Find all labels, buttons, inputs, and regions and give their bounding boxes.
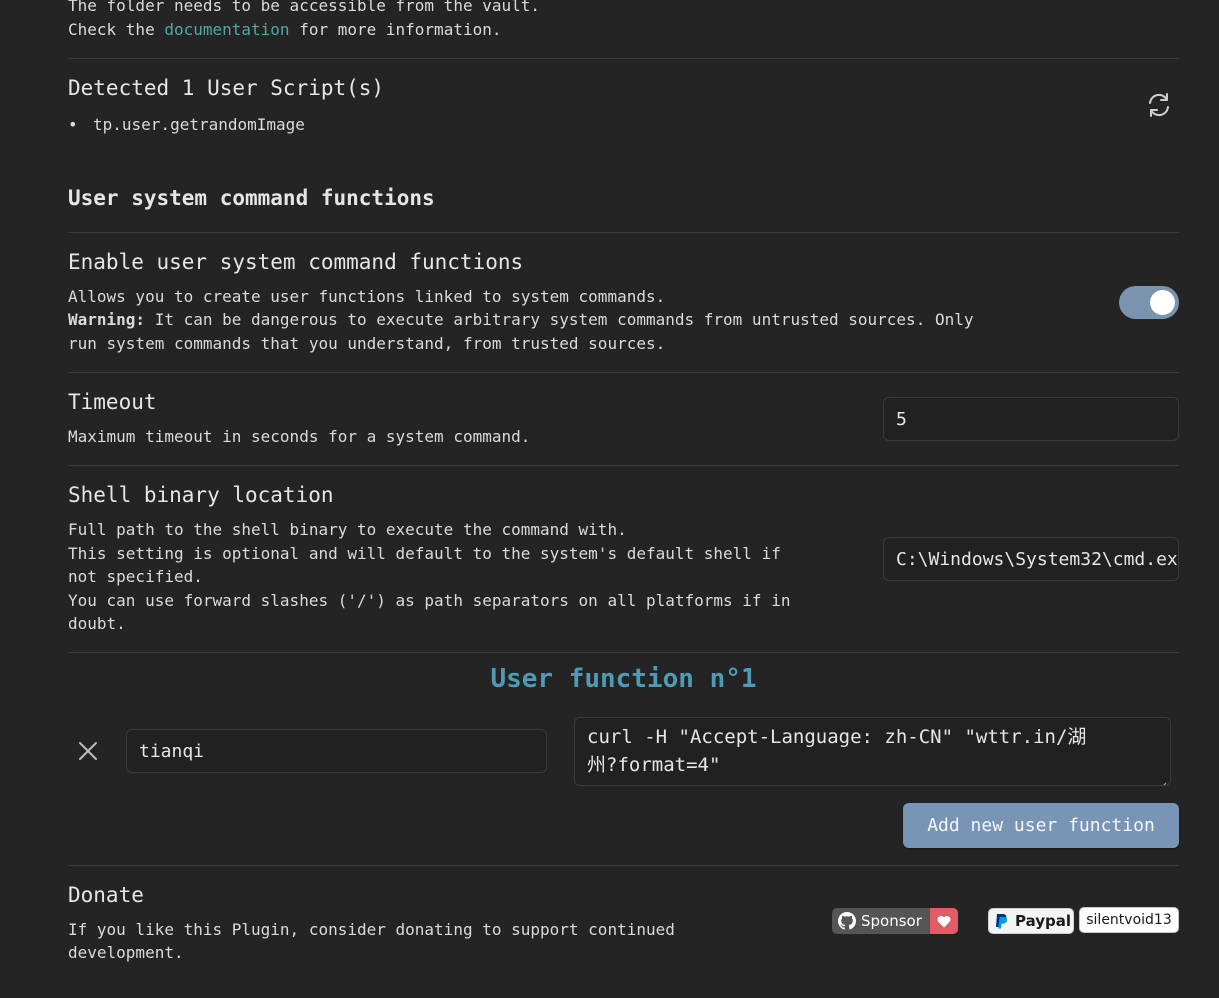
warning-text: It can be dangerous to execute arbitrary…: [145, 310, 974, 329]
user-script-list-item: • tp.user.getrandomImage: [68, 113, 305, 137]
paypal-icon: [996, 913, 1008, 928]
divider: [68, 465, 1179, 466]
shell-desc-line: This setting is optional and will defaul…: [68, 544, 781, 563]
divider: [68, 372, 1179, 373]
refresh-icon[interactable]: [1145, 91, 1173, 119]
function-command-textarea[interactable]: curl -H "Accept-Language: zh-CN" "wttr.i…: [574, 717, 1171, 786]
divider: [68, 865, 1179, 866]
donate-desc-line2: development.: [68, 943, 184, 962]
close-icon[interactable]: [74, 737, 102, 765]
donate-desc: If you like this Plugin, consider donati…: [68, 920, 675, 939]
user-script-name: tp.user.getrandomImage: [93, 115, 305, 134]
function-name-input[interactable]: tianqi: [126, 729, 547, 773]
divider: [68, 58, 1179, 59]
shell-desc-line: not specified.: [68, 567, 203, 586]
shell-desc-line: You can use forward slashes ('/') as pat…: [68, 591, 791, 610]
divider: [68, 232, 1179, 233]
timeout-input[interactable]: 5: [883, 397, 1179, 441]
warning-label: Warning:: [68, 310, 146, 329]
enable-setting-desc-line3: run system commands that you understand,…: [68, 334, 666, 353]
enable-setting-title: Enable user system command functions: [68, 250, 524, 274]
command-line: curl -H "Accept-Language: zh-CN" "wttr.i…: [587, 726, 1087, 748]
sponsor-badge[interactable]: Sponsor: [832, 908, 958, 934]
folder-note: The folder needs to be accessible from t…: [68, 0, 541, 15]
documentation-note-suffix: for more information.: [289, 20, 502, 39]
toggle-knob: [1150, 290, 1175, 315]
section-title: User system command functions: [68, 186, 435, 210]
sponsor-badge-left: Sponsor: [832, 912, 922, 930]
user-scripts-heading: Detected 1 User Script(s): [68, 76, 385, 100]
github-icon: [838, 912, 856, 930]
documentation-note-prefix: Check the: [68, 20, 165, 39]
enable-setting-desc: Allows you to create user functions link…: [68, 287, 666, 306]
shell-desc-line: Full path to the shell binary to execute…: [68, 520, 627, 539]
enable-setting-warning: Warning: It can be dangerous to execute …: [68, 308, 973, 332]
resize-handle-icon[interactable]: [1157, 772, 1167, 785]
divider: [68, 652, 1179, 653]
add-user-function-button[interactable]: Add new user function: [903, 803, 1179, 848]
sponsor-label: Sponsor: [861, 912, 922, 930]
timeout-desc: Maximum timeout in seconds for a system …: [68, 427, 531, 446]
command-line: 州?format=4": [587, 754, 721, 776]
documentation-link[interactable]: documentation: [164, 20, 289, 39]
documentation-note: Check the documentation for more informa…: [68, 18, 501, 42]
user-function-heading: User function n°1: [490, 664, 757, 694]
shell-location-title: Shell binary location: [68, 483, 334, 507]
donate-title: Donate: [68, 883, 144, 907]
paypal-label: Paypal: [1015, 912, 1072, 930]
timeout-title: Timeout: [68, 390, 157, 414]
enable-functions-toggle[interactable]: [1119, 286, 1179, 319]
paypal-button[interactable]: Paypal: [988, 908, 1074, 934]
paypal-username-badge[interactable]: silentvoid13: [1079, 907, 1179, 933]
shell-path-input[interactable]: C:\Windows\System32\cmd.exe: [883, 537, 1179, 581]
settings-page: The folder needs to be accessible from t…: [0, 0, 1219, 998]
heart-icon: [930, 908, 958, 934]
bullet: •: [68, 115, 78, 134]
shell-desc-line: doubt.: [68, 614, 126, 633]
